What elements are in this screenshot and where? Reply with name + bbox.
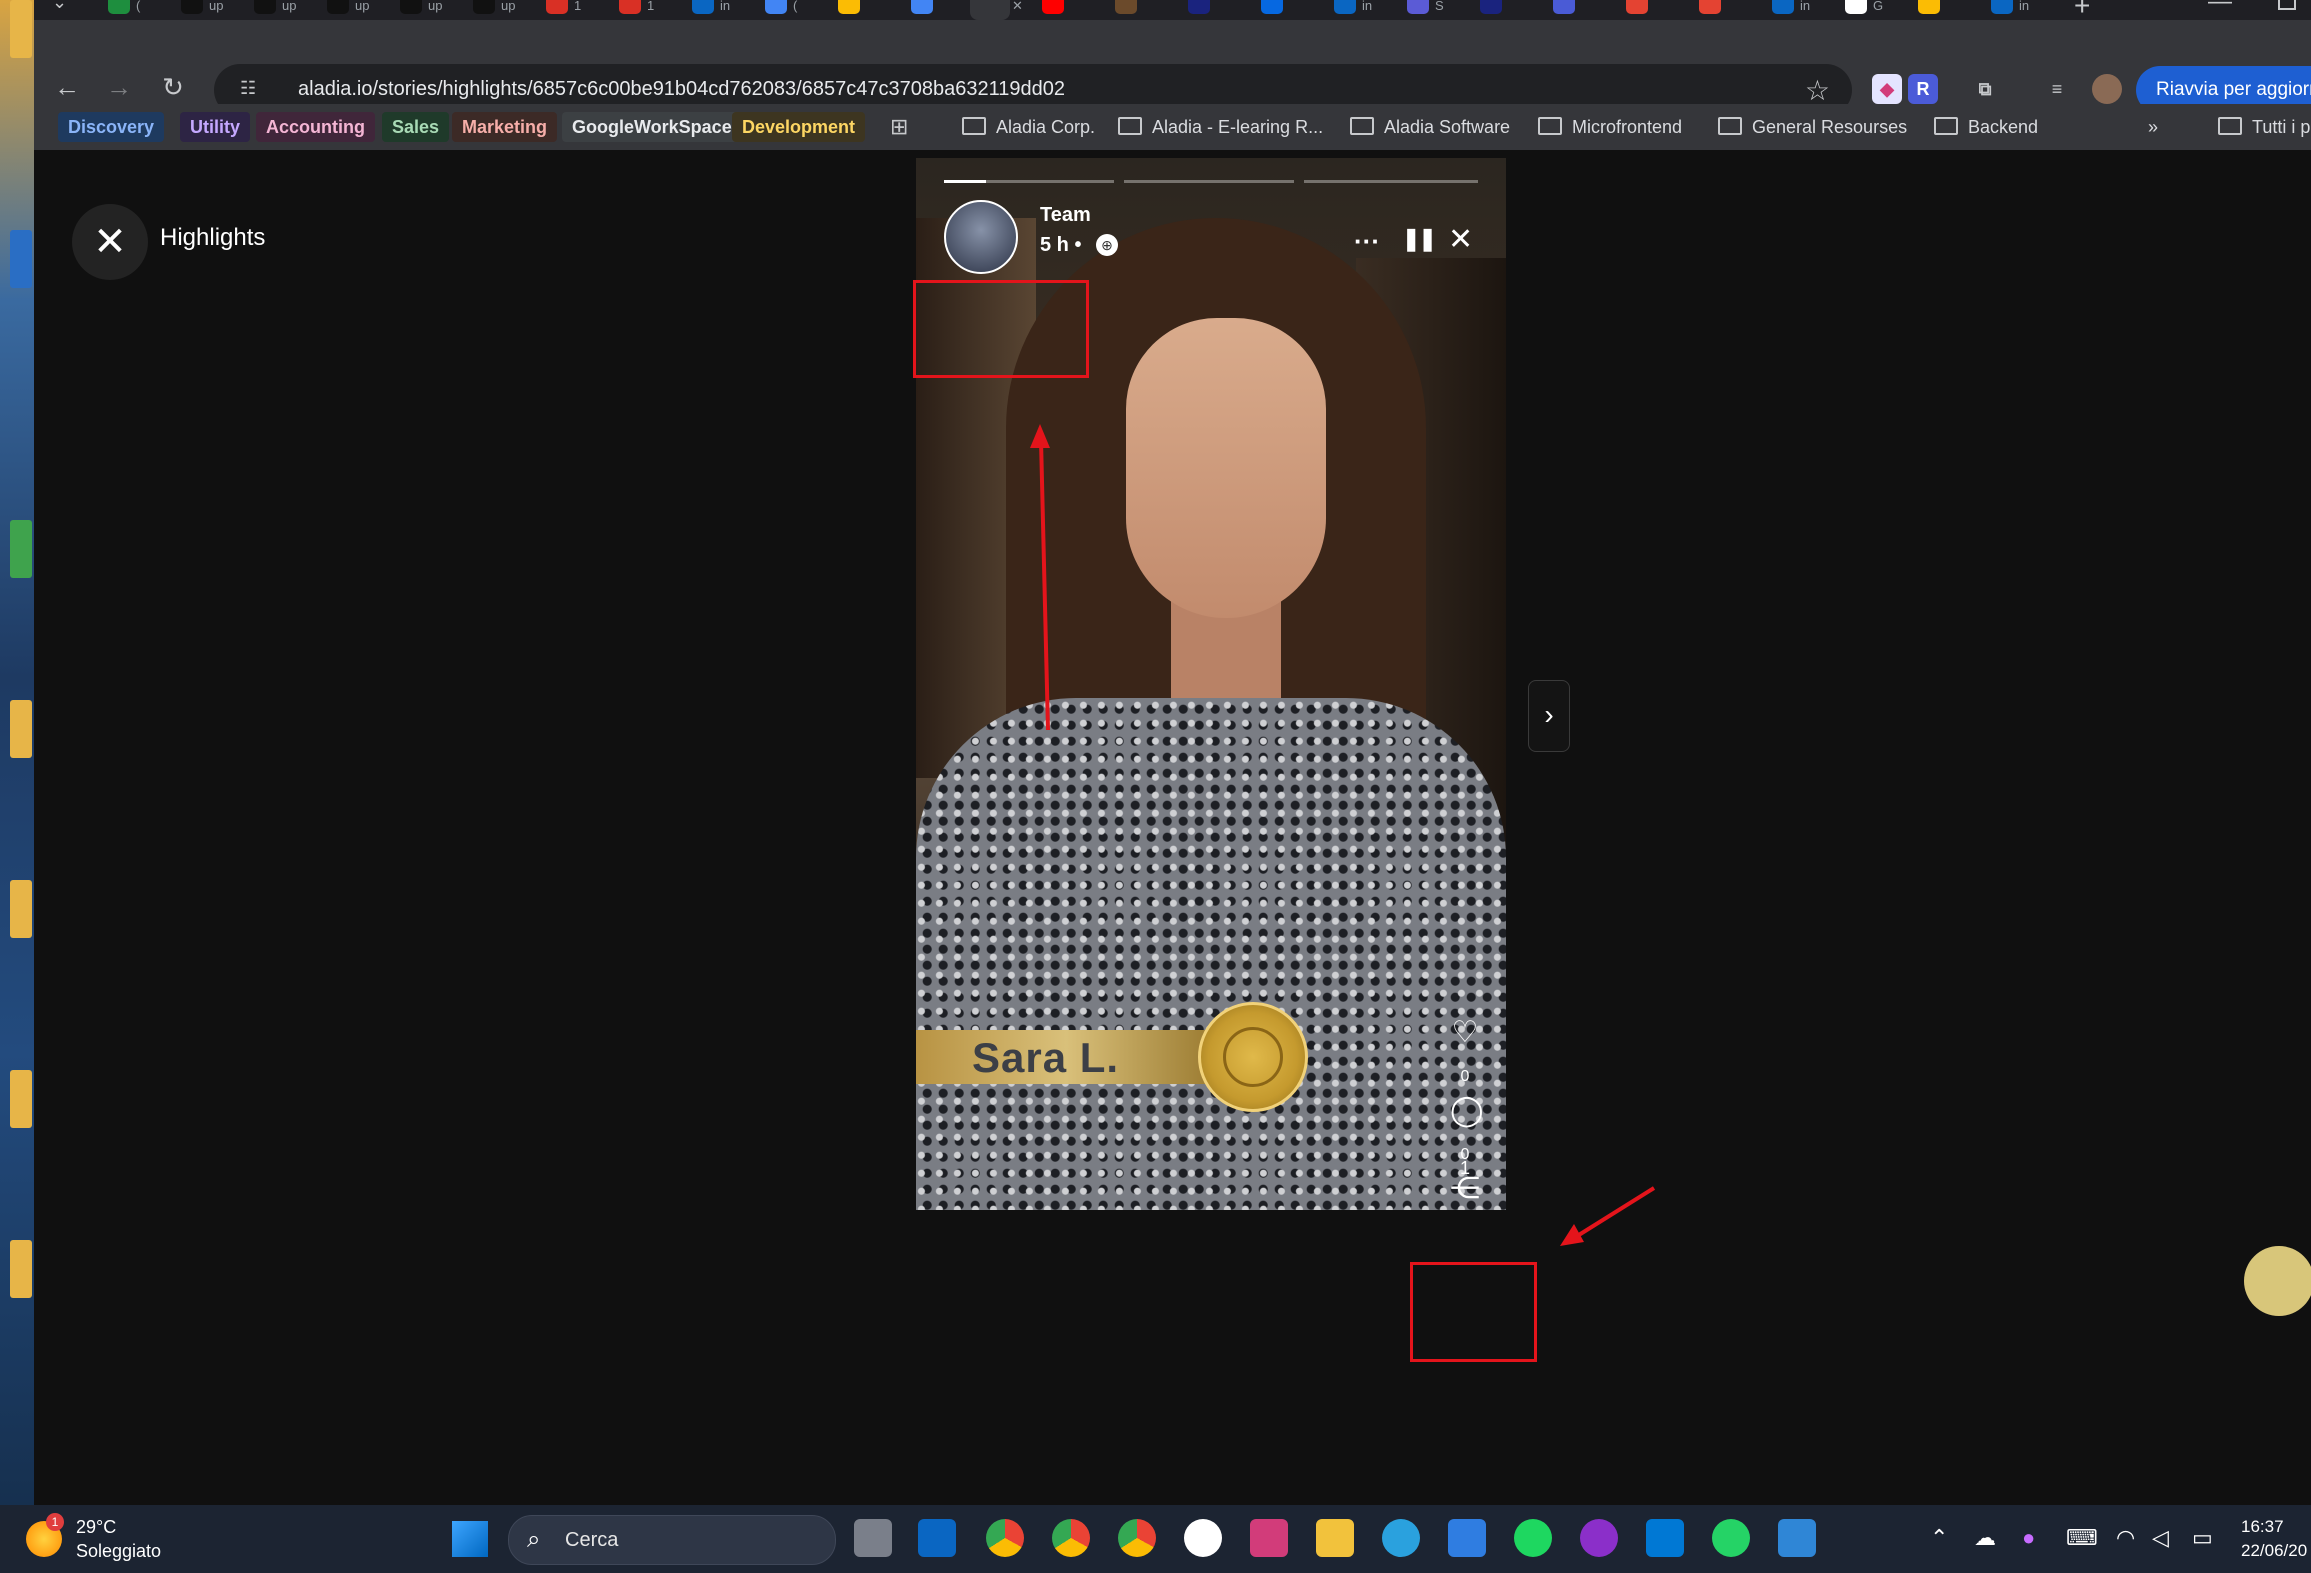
clickup-icon[interactable] <box>1250 1519 1288 1557</box>
app-icon[interactable] <box>1580 1519 1618 1557</box>
annotation-arrow <box>1039 439 1050 731</box>
annotation-arrow <box>1572 1186 1656 1240</box>
weather-temperature[interactable]: 29°C <box>76 1517 116 1538</box>
volume-icon[interactable]: ◁ <box>2152 1525 2169 1551</box>
app-icon[interactable] <box>1778 1519 1816 1557</box>
chrome-icon[interactable] <box>986 1519 1024 1557</box>
keyboard-icon[interactable]: ⌨ <box>2066 1525 2098 1551</box>
clock-time[interactable]: 16:37 <box>2241 1517 2311 1537</box>
battery-icon[interactable]: ▭ <box>2192 1525 2213 1551</box>
wifi-icon[interactable]: ◠ <box>2116 1525 2135 1551</box>
search-icon: ⌕ <box>527 1526 541 1553</box>
annotation-arrows <box>1030 424 1656 1246</box>
app-icon[interactable] <box>1184 1519 1222 1557</box>
file-explorer-icon[interactable] <box>1316 1519 1354 1557</box>
tray-chevron-up-icon[interactable]: ⌃ <box>1930 1525 1948 1551</box>
onedrive-icon[interactable]: ☁ <box>1974 1525 1996 1551</box>
spotify-icon[interactable] <box>1514 1519 1552 1557</box>
app-icon[interactable] <box>1448 1519 1486 1557</box>
annotation-arrowhead <box>1030 424 1050 448</box>
search-label: Cerca <box>565 1529 619 1551</box>
weather-description[interactable]: Soleggiato <box>76 1541 161 1562</box>
weather-badge: 1 <box>46 1513 64 1531</box>
clock-date[interactable]: 22/06/20 <box>2241 1541 2311 1561</box>
tray-app-icon[interactable]: ● <box>2022 1525 2035 1551</box>
chrome-icon[interactable] <box>1052 1519 1090 1557</box>
taskbar-search[interactable]: ⌕ Cerca <box>508 1515 836 1565</box>
chat-widget-button[interactable] <box>2244 1246 2311 1316</box>
task-view-icon[interactable] <box>854 1519 892 1557</box>
windows-start-icon[interactable] <box>452 1521 488 1557</box>
windows-taskbar: 1 29°C Soleggiato ⌕ Cerca ⌃ ☁ ● ⌨ ◠ ◁ ▭ … <box>0 1505 2311 1573</box>
whatsapp-icon[interactable] <box>1712 1519 1750 1557</box>
telegram-icon[interactable] <box>1382 1519 1420 1557</box>
linkedin-app-icon[interactable] <box>918 1519 956 1557</box>
chrome-icon[interactable] <box>1118 1519 1156 1557</box>
vscode-icon[interactable] <box>1646 1519 1684 1557</box>
